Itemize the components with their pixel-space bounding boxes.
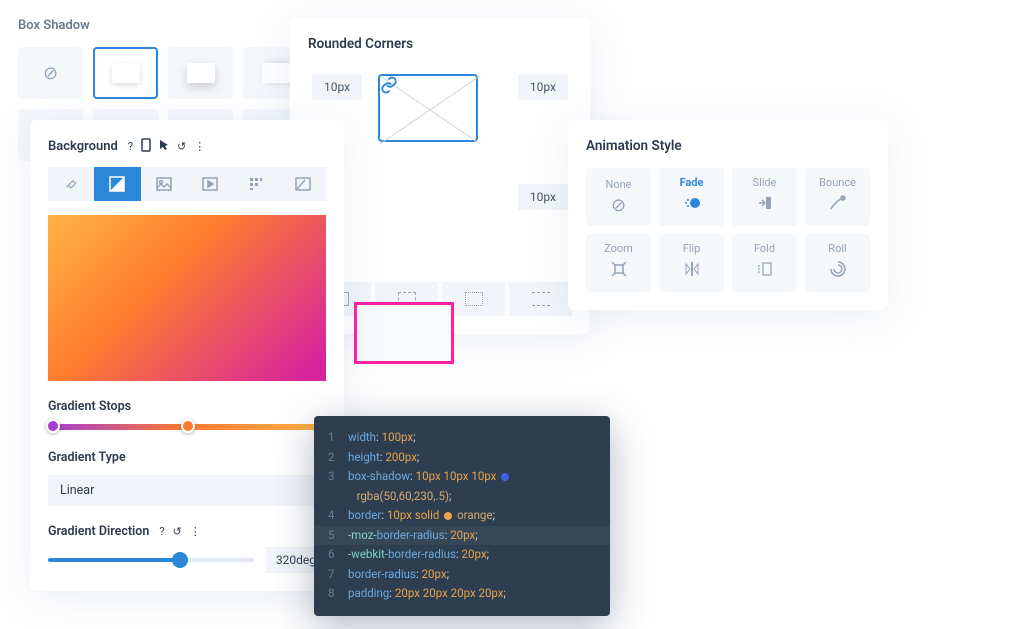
animation-option-none[interactable]: None⊘ xyxy=(586,168,651,226)
roll-icon xyxy=(828,259,848,284)
code-line: 6-webkit-border-radius: 20px; xyxy=(328,545,596,565)
reset-icon[interactable]: ↺ xyxy=(173,525,182,538)
box-shadow-none[interactable]: ⊘ xyxy=(18,47,83,99)
box-shadow-option[interactable] xyxy=(93,47,158,99)
bg-tab-video[interactable] xyxy=(187,167,233,201)
animation-title: Animation Style xyxy=(586,138,870,154)
bg-tab-color[interactable] xyxy=(48,167,94,201)
gradient-stop-handle[interactable] xyxy=(46,419,60,433)
code-line: 5-moz-border-radius: 20px; xyxy=(314,526,610,546)
code-line: 2height: 200px; xyxy=(328,448,596,468)
gradient-direction-label: Gradient Direction xyxy=(48,524,149,539)
animation-option-bounce[interactable]: Bounce xyxy=(805,168,870,226)
animation-option-roll[interactable]: Roll xyxy=(805,234,870,292)
animation-option-fade[interactable]: Fade xyxy=(659,168,724,226)
css-code-panel: 1width: 100px;2height: 200px;3box-shadow… xyxy=(314,416,610,616)
rounded-corners-grid: 10px 10px 10px xyxy=(308,72,572,212)
zoom-icon xyxy=(609,259,629,284)
help-icon[interactable]: ? xyxy=(159,525,164,538)
background-tabs xyxy=(48,167,326,201)
corner-preview[interactable] xyxy=(378,74,478,142)
fade-icon xyxy=(682,193,702,218)
device-icon[interactable] xyxy=(141,138,151,155)
help-icon[interactable]: ? xyxy=(128,140,133,153)
highlight-preview xyxy=(354,302,454,364)
animation-option-fold[interactable]: Fold xyxy=(732,234,797,292)
code-line: 3box-shadow: 10px 10px 10px rgba(50,60,2… xyxy=(328,467,596,506)
gradient-stops-slider[interactable] xyxy=(48,424,326,430)
animation-option-flip[interactable]: Flip xyxy=(659,234,724,292)
none-icon: ⊘ xyxy=(611,195,626,216)
corner-bottom-right-input[interactable]: 10px xyxy=(518,184,568,210)
bg-tab-pattern[interactable] xyxy=(233,167,279,201)
more-icon[interactable]: ⋮ xyxy=(194,140,205,153)
bounce-icon xyxy=(828,193,848,218)
gradient-type-select[interactable]: Linear xyxy=(48,475,326,506)
hover-icon[interactable] xyxy=(159,139,169,154)
corner-top-left-input[interactable]: 10px xyxy=(312,74,362,100)
animation-panel: Animation Style None⊘FadeSlideBounce Zoom… xyxy=(568,120,888,310)
code-line: 4border: 10px solid orange; xyxy=(328,506,596,526)
slide-icon xyxy=(755,193,775,218)
slider-handle[interactable] xyxy=(172,552,188,568)
gradient-stops-label: Gradient Stops xyxy=(48,399,326,414)
box-shadow-option[interactable] xyxy=(168,47,233,99)
bg-tab-mask[interactable] xyxy=(280,167,326,201)
animation-option-zoom[interactable]: Zoom xyxy=(586,234,651,292)
gradient-direction-slider[interactable] xyxy=(48,558,254,562)
code-line: 8padding: 20px 20px 20px 20px; xyxy=(328,584,596,604)
bg-tab-gradient[interactable] xyxy=(94,167,140,201)
gradient-stop-handle[interactable] xyxy=(181,419,195,433)
corner-top-right-input[interactable]: 10px xyxy=(518,74,568,100)
border-style-option[interactable] xyxy=(509,282,572,316)
animation-option-slide[interactable]: Slide xyxy=(732,168,797,226)
rounded-corners-title: Rounded Corners xyxy=(308,36,572,52)
gradient-type-label: Gradient Type xyxy=(48,450,326,465)
more-icon[interactable]: ⋮ xyxy=(190,525,201,538)
background-panel: Background ? ↺ ⋮ xyxy=(30,120,344,591)
fold-icon xyxy=(755,259,775,284)
code-line: 7border-radius: 20px; xyxy=(328,565,596,585)
gradient-preview[interactable] xyxy=(48,215,326,381)
reset-icon[interactable]: ↺ xyxy=(177,140,186,153)
background-title: Background xyxy=(48,139,118,154)
bg-tab-image[interactable] xyxy=(141,167,187,201)
box-shadow-title: Box Shadow xyxy=(18,18,308,33)
flip-icon xyxy=(682,259,702,284)
animation-grid: None⊘FadeSlideBounce ZoomFlipFoldRoll xyxy=(586,168,870,292)
code-line: 1width: 100px; xyxy=(328,428,596,448)
